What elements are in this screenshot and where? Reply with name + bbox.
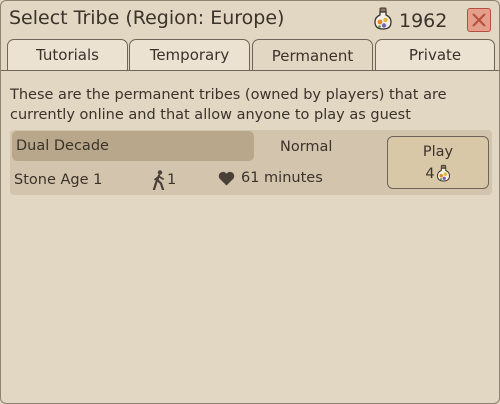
currency-display: 1962 — [373, 7, 447, 35]
tab-private[interactable]: Private — [375, 39, 495, 70]
walking-person-icon — [152, 170, 165, 190]
time-remaining: 61 minutes — [218, 170, 323, 186]
tab-bar: Tutorials Temporary Permanent Private — [7, 39, 495, 71]
time-value: 61 minutes — [241, 170, 323, 186]
tribe-row: Dual Decade Normal Stone Age 1 1 61 minu… — [10, 130, 492, 195]
tab-tutorials[interactable]: Tutorials — [7, 39, 128, 70]
tribe-mode: Normal — [280, 139, 333, 155]
close-icon — [472, 13, 486, 27]
currency-amount: 1962 — [399, 10, 448, 32]
player-count-value: 1 — [167, 172, 177, 188]
tribe-era: Stone Age 1 — [14, 172, 103, 188]
tribe-name: Dual Decade — [12, 131, 254, 161]
heart-icon — [218, 171, 235, 185]
potion-bottle-icon — [373, 7, 393, 35]
tab-permanent[interactable]: Permanent — [252, 39, 373, 71]
play-cost-value: 4 — [425, 165, 435, 182]
dialog-title: Select Tribe (Region: Europe) — [9, 7, 285, 29]
close-button[interactable] — [467, 8, 491, 32]
description-text: These are the permanent tribes (owned by… — [10, 87, 447, 123]
tab-divider — [1, 70, 499, 71]
play-button[interactable]: Play 4 — [387, 136, 489, 189]
select-tribe-dialog: Select Tribe (Region: Europe) 1962 Tutor… — [0, 0, 500, 404]
tab-temporary[interactable]: Temporary — [129, 39, 250, 70]
play-cost: 4 — [388, 164, 488, 183]
player-count: 1 — [152, 170, 176, 190]
potion-bottle-icon — [436, 164, 450, 182]
play-label: Play — [422, 144, 454, 160]
